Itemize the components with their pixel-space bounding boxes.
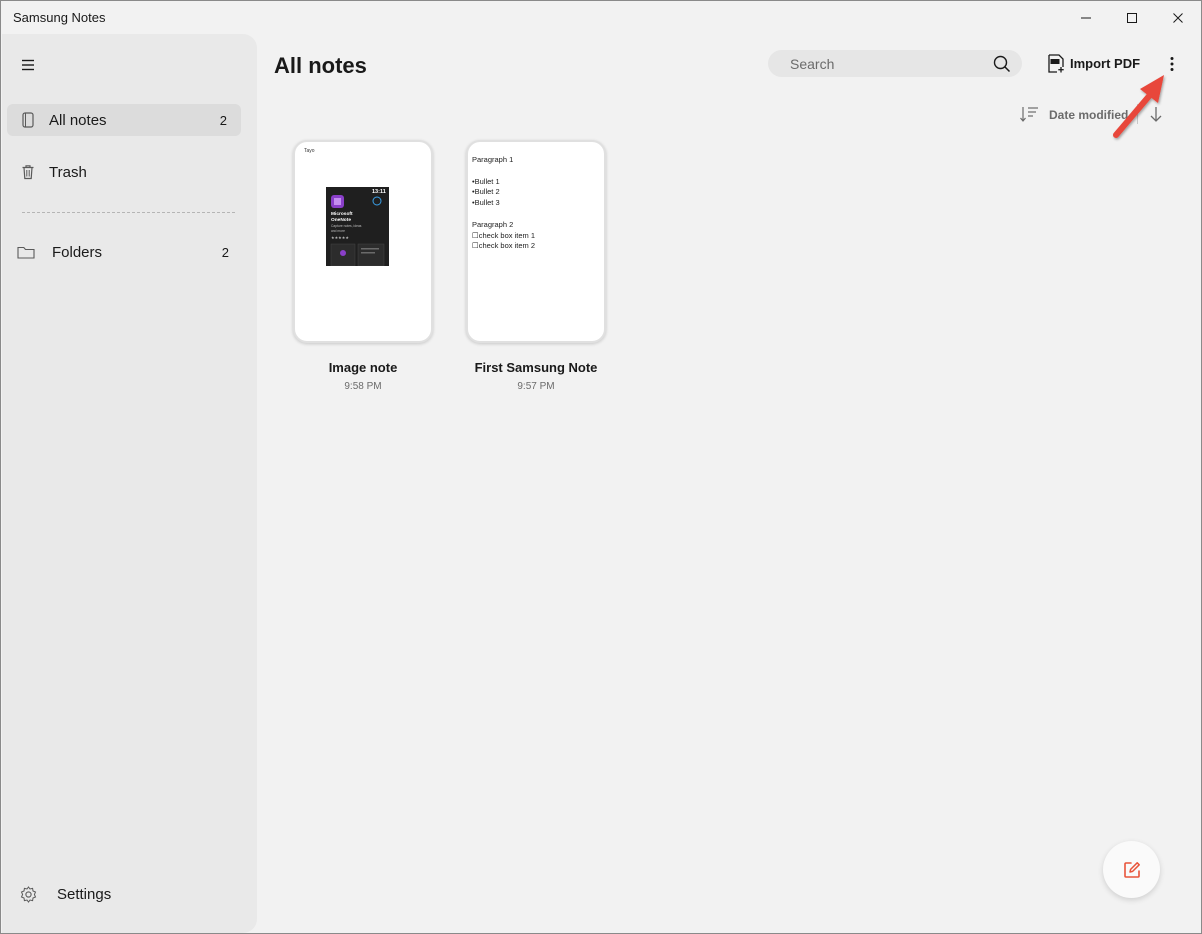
minimize-icon [1081,17,1091,18]
sidebar-item-all-notes[interactable]: All notes 2 [7,104,241,136]
sidebar: All notes 2 Trash Folders 2 Settings [2,34,257,933]
search-input[interactable] [790,54,980,74]
sidebar-item-trash[interactable]: Trash [7,156,241,188]
sidebar-item-label: All notes [49,112,107,129]
preview-line: Paragraph 2 [472,219,514,229]
svg-text:★★★★★: ★★★★★ [331,235,349,240]
svg-text:OneNote: OneNote [331,217,351,223]
preview-line: •Bullet 3 [472,198,500,208]
preview-line: ☐check box item 1 [472,230,535,240]
page-title: All notes [274,53,367,78]
close-button[interactable] [1155,1,1201,34]
embedded-screenshot-image: 13:11 Microsoft OneNote Capture notes, i… [326,187,389,266]
sidebar-item-count: 2 [219,113,227,128]
note-title: First Samsung Note [474,360,598,375]
note-item-first-samsung-note[interactable]: Paragraph 1 •Bullet 1 •Bullet 2 •Bullet 3 … [466,140,606,392]
app-window: Samsung Notes All notes 2 Trash Folders … [0,0,1202,934]
sidebar-item-count: 2 [221,245,229,260]
title-bar: Samsung Notes [1,1,1201,34]
svg-text:Microsoft: Microsoft [331,211,353,217]
hamburger-icon [22,59,34,71]
settings-button[interactable]: Settings [7,878,241,910]
svg-text:and more: and more [331,229,345,233]
note-item-image-note[interactable]: Tayo 13:11 Microsoft OneNote Capture not… [293,140,433,392]
sidebar-divider [22,212,235,213]
close-icon [1173,12,1183,23]
folder-icon [17,243,35,261]
note-thumbnail[interactable]: Paragraph 1 •Bullet 1 •Bullet 2 •Bullet 3 … [466,140,606,343]
preview-line [472,166,535,177]
note-timestamp: 9:58 PM [344,381,382,392]
menu-button[interactable] [16,54,40,76]
annotation-arrow-icon [1113,75,1164,138]
compose-icon [1123,861,1140,878]
preview-line: ☐check box item 2 [472,241,535,251]
preview-line: •Bullet 1 [472,176,500,186]
minimize-button[interactable] [1063,1,1109,34]
note-thumbnail[interactable]: Tayo 13:11 Microsoft OneNote Capture not… [293,140,433,343]
note-preview-text: Paragraph 1 •Bullet 1 •Bullet 2 •Bullet 3 … [472,155,535,252]
notebook-icon [19,111,37,129]
thumbnail-label: Tayo [304,148,315,154]
new-note-button[interactable] [1103,841,1160,898]
trash-icon [19,163,37,181]
gear-icon [19,885,37,903]
onenote-screenshot: 13:11 Microsoft OneNote Capture notes, i… [326,187,389,266]
search-icon[interactable] [992,54,1012,74]
sidebar-item-label: Trash [49,164,87,181]
phone-clock: 13:11 [372,189,386,195]
note-timestamp: 9:57 PM [517,381,555,392]
maximize-icon [1127,12,1137,23]
svg-text:Capture notes, ideas: Capture notes, ideas [331,224,362,228]
sidebar-item-folders[interactable]: Folders 2 [7,236,241,268]
note-title: Image note [328,360,398,375]
preview-line: Paragraph 1 [472,155,514,164]
maximize-button[interactable] [1109,1,1155,34]
preview-line [472,209,535,220]
settings-label: Settings [57,886,112,903]
sort-icon[interactable] [1019,105,1039,123]
sidebar-item-label: Folders [52,244,103,261]
app-title: Samsung Notes [13,10,106,25]
preview-line: •Bullet 2 [472,187,500,197]
pdf-import-icon [1048,54,1064,73]
search-bar [768,50,1022,77]
